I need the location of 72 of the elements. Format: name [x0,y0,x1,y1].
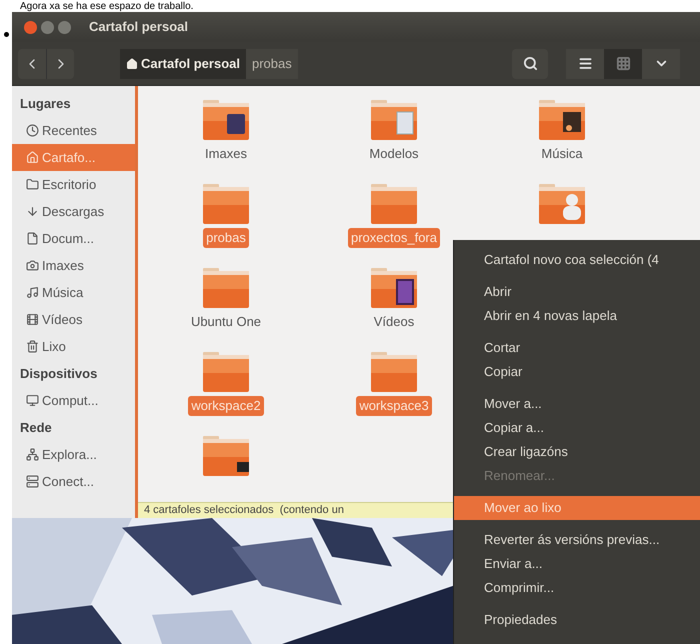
sidebar-heading: Dispositivos [19,364,98,383]
menu-item[interactable]: Cortar [454,336,700,360]
camera-icon [26,259,39,272]
sidebar-item[interactable]: Docum... [12,225,135,252]
film-icon [26,313,39,326]
search-button[interactable] [512,48,548,78]
menu-item[interactable]: Copiar [454,360,700,384]
folder-label[interactable]: Música [538,144,586,164]
menu-item[interactable]: Comprimir... [454,576,700,600]
trash-icon [26,340,39,353]
folder-icon [201,352,251,392]
sidebar-item[interactable]: Vídeos [12,306,135,333]
menu-item[interactable]: Enviar a... [454,552,700,576]
folder-label[interactable]: Vídeos [370,312,418,332]
server-icon [26,475,39,488]
folder-icon [537,100,587,140]
forward-button[interactable] [46,48,74,78]
view-menu-button[interactable] [642,48,680,78]
menu-item[interactable]: Mover a... [454,392,700,416]
close-button[interactable] [24,20,37,34]
folder-icon [201,184,251,224]
maximize-button[interactable] [58,20,71,34]
sidebar-item[interactable]: Música [12,279,135,306]
menu-item[interactable]: Reverter ás versións previas... [454,528,700,552]
menu-item[interactable]: Abrir [454,280,700,304]
document-icon [26,232,39,245]
computer-icon [26,394,39,407]
grid-icon [616,56,630,71]
folder-icon [369,268,419,308]
sidebar-item[interactable]: Comput... [12,387,135,414]
folder-icon [369,184,419,224]
home-icon [26,151,39,164]
grid-view-button[interactable] [604,48,642,78]
sidebar-item[interactable]: Conect... [12,468,135,495]
list-view-button[interactable] [566,48,604,78]
sidebar-item[interactable]: Lixo [12,333,135,360]
caption: Agora xa se ha ese espazo de traballo. [20,1,194,12]
folder-icon [201,100,251,140]
music-icon [26,286,39,299]
network-icon [26,448,39,461]
download-icon [26,205,39,218]
folder-label[interactable]: Ubuntu One [188,312,264,332]
folder-icon [537,184,587,224]
back-button[interactable] [18,48,46,78]
list-icon [578,56,592,71]
clock-icon [26,124,39,137]
sidebar-heading: Rede [19,418,53,437]
menu-item[interactable]: Abrir en 4 novas lapela [454,304,700,328]
folder-icon [201,436,251,476]
menu-item[interactable]: Cartafol novo coa selección (4 [454,248,700,272]
search-icon [522,56,538,71]
folder-icon [201,268,251,308]
path-button[interactable]: Cartafol persoal [120,48,246,78]
sidebar-heading: Lugares [19,94,72,113]
sidebar-item[interactable]: Recentes [12,117,135,144]
status-bar: 4 cartafoles seleccionados (contendo un [138,502,454,518]
minimize-button[interactable] [41,20,54,34]
window-title: Cartafol persoal [89,18,188,36]
bullet-icon [4,32,8,37]
menu-item[interactable]: Copiar a... [454,416,700,440]
path-button[interactable]: probas [246,48,298,78]
folder-label[interactable]: Imaxes [202,144,250,164]
sidebar-item[interactable]: Escritorio [12,171,135,198]
folder-icon [369,352,419,392]
menu-item[interactable]: Propiedades [454,608,700,632]
sidebar-item[interactable]: Imaxes [12,252,135,279]
menu-item[interactable]: Crear ligazóns [454,440,700,464]
sidebar-item[interactable]: Explora... [12,441,135,468]
home-icon [126,58,138,70]
sidebar-item[interactable]: Descargas [12,198,135,225]
folder-label[interactable]: Modelos [366,144,422,164]
folder-icon [369,100,419,140]
